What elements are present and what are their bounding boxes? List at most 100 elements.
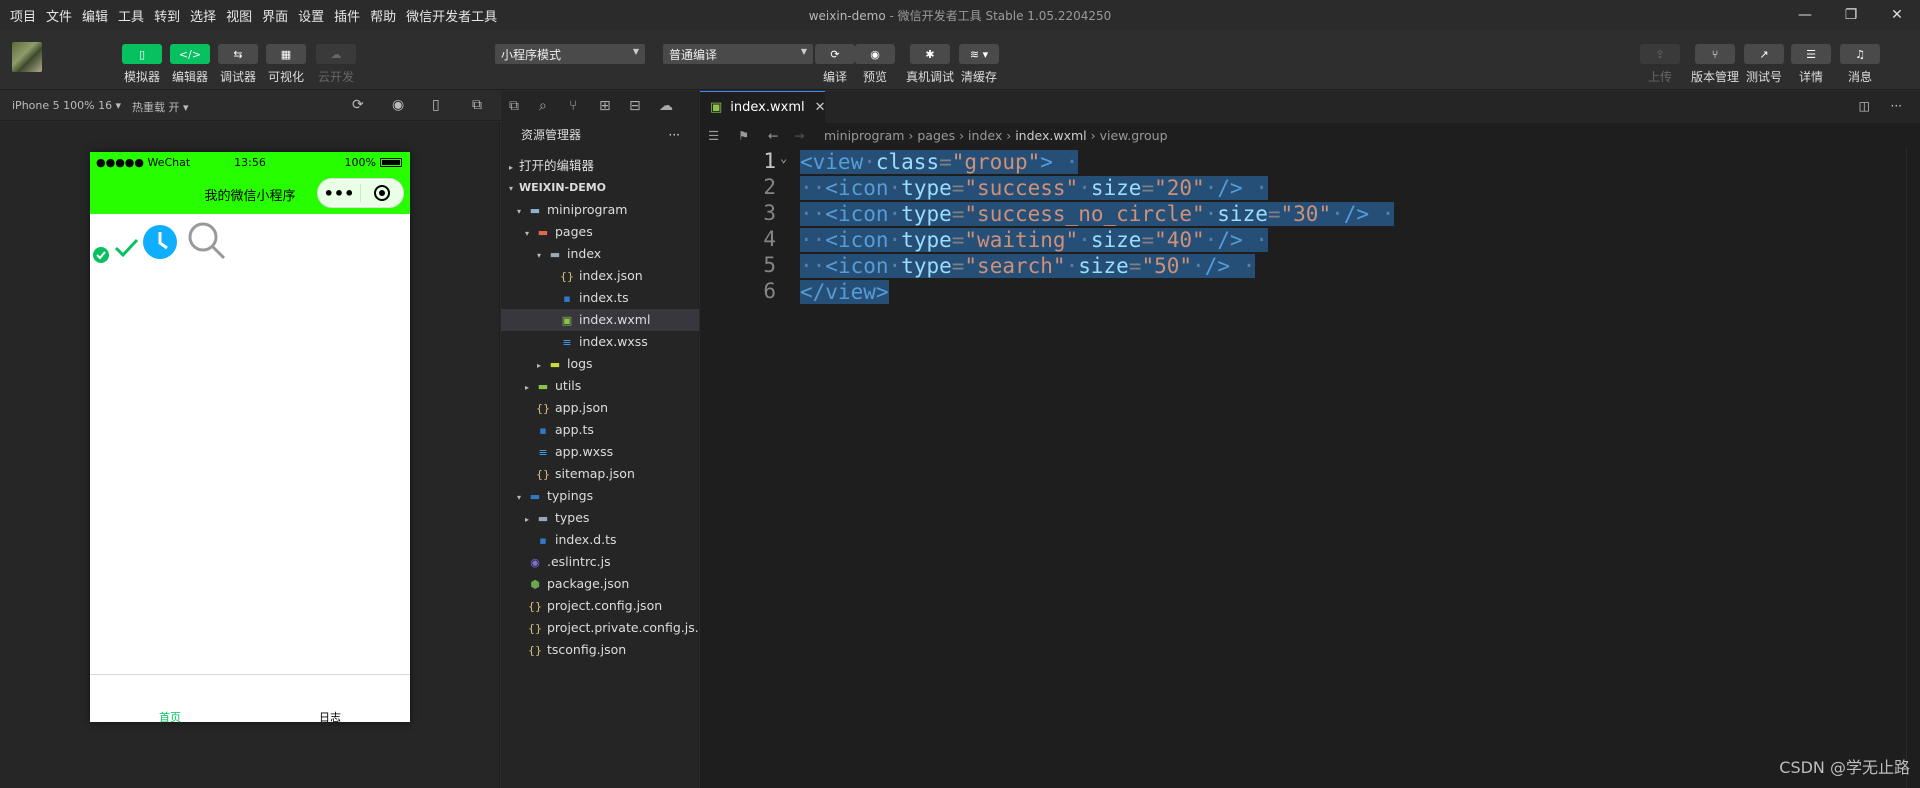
- more-icon[interactable]: ···: [669, 121, 680, 149]
- back-icon[interactable]: ←: [768, 128, 794, 143]
- breadcrumb-item[interactable]: index.wxml: [1015, 128, 1086, 143]
- docker-icon[interactable]: ☁: [659, 98, 689, 114]
- tab-home[interactable]: 首页: [90, 675, 250, 724]
- section-project[interactable]: ▾ WEIXIN-DEMO: [501, 177, 699, 199]
- breadcrumb-item[interactable]: view.group: [1100, 128, 1168, 143]
- tree-item[interactable]: ▪ index.d.ts: [501, 529, 699, 551]
- menu-item[interactable]: 转到: [154, 6, 180, 25]
- tree-item[interactable]: ▸ ▬ logs: [501, 353, 699, 375]
- chevron-right-icon: ›: [904, 127, 918, 143]
- toolbar-button[interactable]: ☁ 云开发: [316, 44, 356, 85]
- breadcrumb-item[interactable]: pages: [917, 128, 955, 143]
- toolbar-button[interactable]: ⑂ 版本管理: [1691, 44, 1739, 85]
- search-icon[interactable]: ⌕: [539, 98, 569, 114]
- menu-item[interactable]: 帮助: [370, 6, 396, 25]
- tab-index-wxml[interactable]: ▣ index.wxml ✕: [700, 91, 826, 123]
- code-token: size: [1090, 228, 1142, 252]
- tree-item[interactable]: ▾ ▬ typings: [501, 485, 699, 507]
- line-number: 2: [763, 175, 776, 199]
- list-icon[interactable]: ☰: [708, 128, 738, 143]
- toolbar-button-label: 版本管理: [1691, 70, 1740, 84]
- tree-item[interactable]: ▸ ▬ utils: [501, 375, 699, 397]
- more-icon[interactable]: ···: [1891, 99, 1902, 113]
- stop-icon[interactable]: ◉: [392, 97, 404, 113]
- section-open-editors[interactable]: ▸ 打开的编辑器: [501, 155, 699, 177]
- extensions-icon[interactable]: ⊞: [599, 98, 629, 114]
- compile-select[interactable]: 普通编译 ▼: [663, 44, 813, 64]
- toolbar-button[interactable]: ⟳ 编译: [815, 44, 855, 85]
- toolbar-button[interactable]: ⇆ 调试器: [218, 44, 258, 85]
- toolbar-button[interactable]: </> 编辑器: [170, 44, 210, 85]
- device-select[interactable]: iPhone 5 100% 16 ▾: [12, 99, 121, 112]
- tree-item[interactable]: ▾ ▬ index: [501, 243, 699, 265]
- menu-item[interactable]: 微信开发者工具: [406, 6, 497, 25]
- menu-icon: ☰: [1791, 44, 1831, 64]
- menu-item[interactable]: 工具: [118, 6, 144, 25]
- git-icon[interactable]: ⑂: [569, 98, 599, 114]
- files-icon[interactable]: ⧉: [509, 98, 539, 114]
- split-editor-icon[interactable]: ◫: [1859, 99, 1870, 113]
- toolbar-button[interactable]: ☰ 详情: [1791, 44, 1831, 85]
- close-mini-icon[interactable]: [361, 184, 403, 202]
- restore-icon[interactable]: ❐: [1828, 0, 1874, 30]
- tree-item[interactable]: ⬢ package.json: [501, 573, 699, 595]
- scrollbar[interactable]: [1906, 147, 1920, 788]
- tree-item[interactable]: ≡ index.wxss: [501, 331, 699, 353]
- menu-item[interactable]: 界面: [262, 6, 288, 25]
- close-icon[interactable]: ✕: [815, 100, 826, 115]
- tree-item[interactable]: {} tsconfig.json: [501, 639, 699, 661]
- tab-logs[interactable]: 日志: [250, 675, 410, 724]
- fold-icon[interactable]: ⌄: [780, 151, 787, 165]
- tree-item[interactable]: ▾ ▬ miniprogram: [501, 199, 699, 221]
- tree-item[interactable]: ▪ index.ts: [501, 287, 699, 309]
- refresh-icon[interactable]: ⟳: [352, 97, 364, 113]
- toolbar-button-label: 预览: [862, 70, 887, 84]
- tree-item[interactable]: ▣ index.wxml: [501, 309, 699, 331]
- menu-item[interactable]: 视图: [226, 6, 252, 25]
- tree-item-label: index.json: [579, 268, 643, 283]
- tree-item[interactable]: ▾ ▬ pages: [501, 221, 699, 243]
- tree-item[interactable]: {} app.json: [501, 397, 699, 419]
- menu-item[interactable]: 插件: [334, 6, 360, 25]
- bookmark-icon[interactable]: ⚑: [738, 128, 768, 143]
- minimize-icon[interactable]: —: [1782, 0, 1828, 30]
- forward-icon[interactable]: →: [794, 128, 824, 143]
- tree-item[interactable]: {} project.config.json: [501, 595, 699, 617]
- debug-icon[interactable]: ⊟: [629, 98, 659, 114]
- menu-item[interactable]: 选择: [190, 6, 216, 25]
- toolbar-button[interactable]: ↗ 测试号: [1744, 44, 1784, 85]
- avatar[interactable]: [12, 42, 42, 72]
- phone-frame: ●●●●● WeChat 13:56 100% 我的微信小程序 ••• 首页 日…: [90, 152, 410, 724]
- toolbar-button[interactable]: ≋ ▾ 清缓存: [959, 44, 999, 85]
- json-icon: {}: [536, 468, 550, 481]
- tree-item[interactable]: {} index.json: [501, 265, 699, 287]
- close-icon[interactable]: ✕: [1874, 0, 1920, 30]
- more-icon[interactable]: •••: [318, 184, 360, 203]
- page-content: [90, 214, 410, 672]
- toolbar-button[interactable]: ♫ 消息: [1840, 44, 1880, 85]
- tree-item[interactable]: ◉ .eslintrc.js: [501, 551, 699, 573]
- code-area[interactable]: ⌄ 1 <view·class="group"> · 2 ··<icon·type="…: [700, 147, 1920, 788]
- toolbar-button[interactable]: ✱ 真机调试: [906, 44, 954, 85]
- phone-icon[interactable]: ▯: [432, 97, 440, 113]
- breadcrumb-item[interactable]: index: [968, 128, 1002, 143]
- menu-item[interactable]: 文件: [46, 6, 72, 25]
- toolbar-button[interactable]: ⇪ 上传: [1640, 44, 1680, 85]
- menu-item[interactable]: 编辑: [82, 6, 108, 25]
- toolbar-button[interactable]: ▯ 模拟器: [122, 44, 162, 85]
- tree-item[interactable]: {} sitemap.json: [501, 463, 699, 485]
- breadcrumb-item[interactable]: miniprogram: [824, 128, 904, 143]
- tree-item[interactable]: ▪ app.ts: [501, 419, 699, 441]
- mode-select[interactable]: 小程序模式 ▼: [495, 44, 645, 64]
- tree-item[interactable]: ▸ ▬ types: [501, 507, 699, 529]
- menu-item[interactable]: 设置: [298, 6, 324, 25]
- menu-item[interactable]: 项目: [10, 6, 36, 25]
- toolbar-button[interactable]: ▦ 可视化: [266, 44, 306, 85]
- tree-item[interactable]: {} project.private.config.js...: [501, 617, 707, 639]
- tree-item[interactable]: ≡ app.wxss: [501, 441, 699, 463]
- tree-item-label: index: [567, 246, 602, 261]
- popout-icon[interactable]: ⧉: [472, 97, 482, 113]
- toolbar-button[interactable]: ◉ 预览: [855, 44, 895, 85]
- code-token: =: [1141, 176, 1155, 200]
- hot-reload-toggle[interactable]: 热重载 开 ▾: [132, 99, 189, 115]
